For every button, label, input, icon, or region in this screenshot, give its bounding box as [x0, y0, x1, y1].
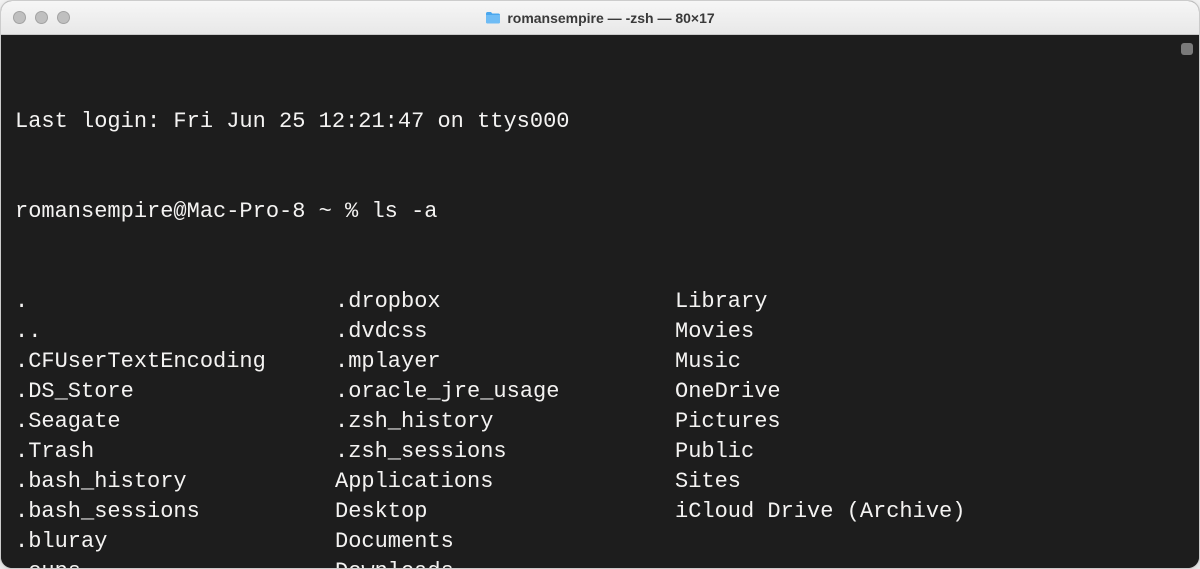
ls-entry: .	[15, 287, 335, 317]
close-icon[interactable]	[13, 11, 26, 24]
scrollbar[interactable]	[1179, 41, 1195, 562]
traffic-lights	[13, 11, 70, 24]
ls-entry: .zsh_history	[335, 407, 675, 437]
ls-entry: .bash_sessions	[15, 497, 335, 527]
scroll-thumb-icon[interactable]	[1181, 43, 1193, 55]
zoom-icon[interactable]	[57, 11, 70, 24]
ls-entry: .DS_Store	[15, 377, 335, 407]
ls-entry: .oracle_jre_usage	[335, 377, 675, 407]
ls-entry: Desktop	[335, 497, 675, 527]
ls-entry: iCloud Drive (Archive)	[675, 497, 1189, 527]
ls-entry: Downloads	[335, 557, 675, 568]
ls-entry: Documents	[335, 527, 675, 557]
ls-entry: .dvdcss	[335, 317, 675, 347]
ls-entry: Sites	[675, 467, 1189, 497]
last-login-line: Last login: Fri Jun 25 12:21:47 on ttys0…	[15, 107, 1189, 137]
ls-entry: .Seagate	[15, 407, 335, 437]
ls-entry: .dropbox	[335, 287, 675, 317]
ls-listing: ..dropboxLibrary...dvdcssMovies .CFUserTe…	[15, 287, 1189, 568]
folder-icon	[485, 11, 501, 24]
ls-entry: .mplayer	[335, 347, 675, 377]
ls-entry: .cups	[15, 557, 335, 568]
ls-entry: Music	[675, 347, 1189, 377]
ls-entry: Applications	[335, 467, 675, 497]
terminal-output: Last login: Fri Jun 25 12:21:47 on ttys0…	[15, 47, 1189, 568]
window-title-text: romansempire — -zsh — 80×17	[507, 10, 714, 26]
ls-entry: Pictures	[675, 407, 1189, 437]
ls-entry: .bluray	[15, 527, 335, 557]
ls-entry: Public	[675, 437, 1189, 467]
ls-entry: .CFUserTextEncoding	[15, 347, 335, 377]
ls-entry	[675, 527, 1189, 557]
ls-entry: .Trash	[15, 437, 335, 467]
terminal-window: romansempire — -zsh — 80×17 Last login: …	[0, 0, 1200, 569]
ls-entry: ..	[15, 317, 335, 347]
terminal-body[interactable]: Last login: Fri Jun 25 12:21:47 on ttys0…	[1, 35, 1199, 568]
prompt-text: romansempire@Mac-Pro-8 ~ %	[15, 199, 371, 224]
minimize-icon[interactable]	[35, 11, 48, 24]
ls-entry: .bash_history	[15, 467, 335, 497]
ls-entry	[675, 557, 1189, 568]
ls-entry: .zsh_sessions	[335, 437, 675, 467]
window-title: romansempire — -zsh — 80×17	[1, 10, 1199, 26]
command-text: ls -a	[371, 199, 437, 224]
ls-entry: Library	[675, 287, 1189, 317]
ls-entry: Movies	[675, 317, 1189, 347]
titlebar: romansempire — -zsh — 80×17	[1, 1, 1199, 35]
prompt-line-1: romansempire@Mac-Pro-8 ~ % ls -a	[15, 197, 1189, 227]
ls-entry: OneDrive	[675, 377, 1189, 407]
